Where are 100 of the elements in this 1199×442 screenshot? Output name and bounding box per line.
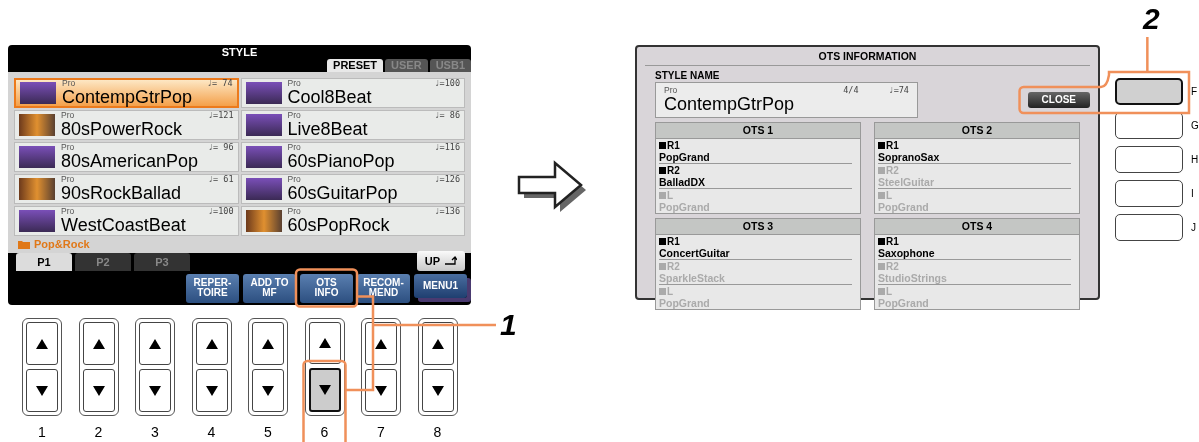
down-triangle-icon <box>431 385 444 396</box>
part-label: R1 <box>667 140 680 151</box>
voice-name: SteelGuitar <box>878 176 936 188</box>
down-key[interactable] <box>139 369 171 412</box>
style-name: Live8Beat <box>287 120 369 139</box>
style-name: ContempGtrPop <box>664 95 796 114</box>
photo-placeholder <box>20 82 56 104</box>
button-number: 2 <box>93 424 104 440</box>
style-name: 60sPopRock <box>287 216 391 235</box>
part-label: R1 <box>667 236 680 247</box>
part-label: R1 <box>886 236 899 247</box>
up-triangle-icon <box>36 338 48 349</box>
panel-title: OTS 1 <box>656 123 860 139</box>
side-button[interactable] <box>1115 78 1183 105</box>
style-item[interactable]: Pro ♩=121 80sPowerRock <box>14 110 239 140</box>
tempo-label: ♩=116 <box>434 143 460 152</box>
style-item[interactable]: Pro ♩= 96 80sAmericanPop <box>14 142 239 172</box>
style-category-label: Pro <box>62 79 76 88</box>
screen-title: OTS INFORMATION <box>645 47 1090 66</box>
screen-title: STYLE <box>221 45 258 59</box>
button-letter: J <box>1191 221 1196 235</box>
leader-line <box>1146 37 1149 72</box>
style-category-label: Pro <box>61 175 75 184</box>
tempo-label: ♩=126 <box>434 175 460 184</box>
button-letter: I <box>1191 187 1194 201</box>
up-key[interactable] <box>308 322 341 364</box>
function-button[interactable]: OTS INFO <box>300 273 353 303</box>
down-key[interactable] <box>421 369 454 412</box>
style-name: 60sPianoPop <box>287 152 396 171</box>
step-number: 1 <box>500 310 517 340</box>
style-name: 80sPowerRock <box>61 120 184 139</box>
tempo-label: ♩=121 <box>207 111 234 120</box>
highlight-frame <box>294 268 359 308</box>
style-item[interactable]: Pro ♩=100 Cool8Beat <box>240 78 465 108</box>
side-button[interactable] <box>1115 146 1183 173</box>
up-triangle-icon <box>149 338 161 349</box>
down-triangle-icon <box>205 385 218 396</box>
function-button[interactable]: RECOM- MEND <box>357 273 410 303</box>
button-letter: H <box>1191 153 1199 167</box>
style-name: 80sAmericanPop <box>61 152 200 171</box>
voice-name: ConcertGuitar <box>659 247 731 259</box>
return-arrow-icon <box>445 256 457 266</box>
style-item[interactable]: Pro ♩=116 60sPianoPop <box>240 142 465 172</box>
voice-name: StudioStrings <box>878 272 948 284</box>
function-button[interactable]: REPER- TOIRE <box>186 273 239 303</box>
up-key[interactable] <box>26 322 58 365</box>
style-name: 60sGuitarPop <box>287 184 399 203</box>
part-label: L <box>667 286 674 297</box>
tempo-label: ♩=136 <box>434 207 460 216</box>
side-button[interactable] <box>1115 180 1183 207</box>
step-number: 2 <box>1143 4 1160 34</box>
style-item[interactable]: Pro ♩= 74 ContempGtrPop <box>14 78 239 108</box>
style-item[interactable]: Pro ♩= 86 Live8Beat <box>240 110 465 140</box>
function-button[interactable]: ADD TO MF <box>243 273 296 303</box>
style-category-label: Pro <box>61 143 75 152</box>
style-name: WestCoastBeat <box>61 216 187 235</box>
style-category-label: Pro <box>287 207 301 216</box>
field-label: STYLE NAME <box>655 70 721 82</box>
voice-name: PopGrand <box>878 201 930 213</box>
voice-name: SopranoSax <box>878 151 941 163</box>
photo-placeholder <box>245 82 282 104</box>
tempo-label: ♩=74 <box>888 86 909 95</box>
page-tab[interactable]: P1 <box>16 253 72 271</box>
down-key[interactable] <box>195 369 228 412</box>
part-label: R2 <box>667 261 680 272</box>
up-triangle-icon <box>431 338 444 349</box>
down-key[interactable] <box>252 369 284 412</box>
button-letter: F <box>1191 85 1198 99</box>
down-key[interactable] <box>26 369 58 412</box>
up-key[interactable] <box>252 322 284 365</box>
down-key[interactable] <box>82 369 115 412</box>
up-triangle-icon <box>205 338 218 349</box>
side-button[interactable] <box>1115 214 1183 241</box>
up-key[interactable] <box>365 322 397 365</box>
down-triangle-icon <box>92 385 105 396</box>
page-tab[interactable]: P3 <box>134 253 190 271</box>
style-item[interactable]: Pro ♩=100 WestCoastBeat <box>14 206 239 236</box>
button-number: 3 <box>150 424 160 440</box>
down-triangle-icon <box>262 385 274 396</box>
style-item[interactable]: Pro ♩= 61 90sRockBallad <box>14 174 239 204</box>
style-item[interactable]: Pro ♩=126 60sGuitarPop <box>240 174 465 204</box>
up-key[interactable] <box>421 322 454 365</box>
down-key[interactable] <box>308 368 341 412</box>
down-key[interactable] <box>365 369 397 412</box>
style-item[interactable]: Pro ♩=136 60sPopRock <box>240 206 465 236</box>
side-button[interactable] <box>1115 112 1183 139</box>
page-tab[interactable]: P2 <box>75 253 131 271</box>
up-key[interactable] <box>195 322 228 365</box>
panel-title: OTS 3 <box>656 219 860 235</box>
close-button[interactable]: CLOSE <box>1027 92 1090 108</box>
up-triangle-icon <box>375 338 387 349</box>
photo-placeholder <box>245 210 282 232</box>
button-number: 4 <box>206 424 217 440</box>
part-label: R1 <box>886 140 899 151</box>
down-triangle-icon <box>318 385 331 395</box>
tab[interactable]: PRESET <box>327 59 384 72</box>
up-key[interactable] <box>139 322 171 365</box>
up-key[interactable] <box>82 322 115 365</box>
style-name: ContempGtrPop <box>62 88 194 107</box>
up-triangle-icon <box>92 338 105 349</box>
